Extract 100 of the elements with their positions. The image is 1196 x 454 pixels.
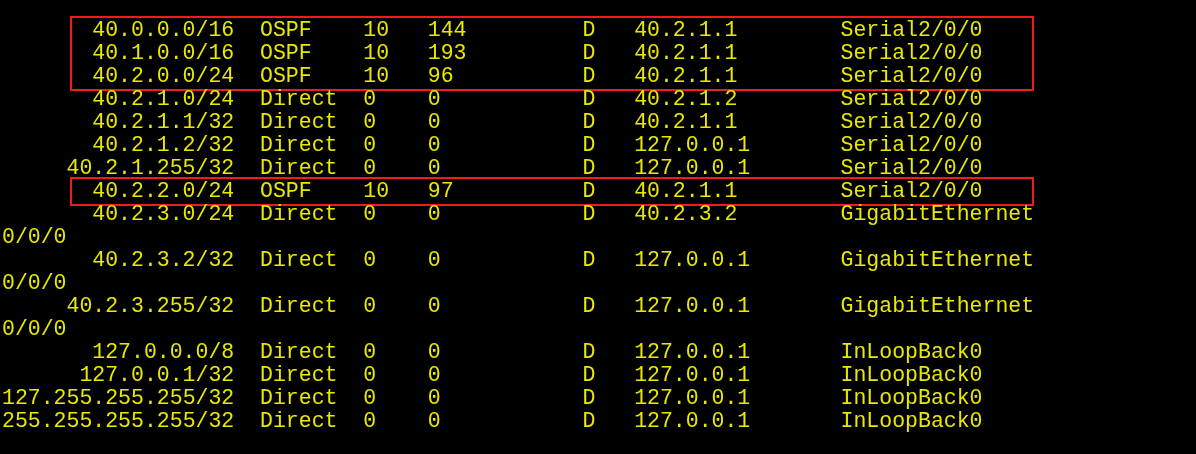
nexthop-text: 127.0.0.1 <box>634 341 752 364</box>
preference-text: 0 <box>363 88 378 111</box>
flags-text: D <box>582 19 597 42</box>
flags-text: D <box>582 410 597 433</box>
interface-text: Serial2/0/0 <box>840 88 984 111</box>
protocol-text: Direct <box>260 364 339 387</box>
cost-text: 193 <box>427 42 468 65</box>
cost-text: 0 <box>427 249 442 272</box>
nexthop-text: 40.2.1.1 <box>634 19 739 42</box>
interface-text: Serial2/0/0 <box>840 65 984 88</box>
preference-text: 10 <box>363 19 391 42</box>
protocol-text: Direct <box>260 88 339 111</box>
protocol-text: Direct <box>260 249 339 272</box>
interface-text: 0/0/0 <box>2 317 67 341</box>
interface-text: Serial2/0/0 <box>840 111 984 134</box>
destination-text: 40.2.1.255/32 <box>65 157 235 180</box>
protocol-text: Direct <box>260 203 339 226</box>
protocol-text: Direct <box>260 157 339 180</box>
flags-text: D <box>582 295 597 318</box>
preference-text: 10 <box>363 42 391 65</box>
destination-text: 40.2.3.2/32 <box>91 249 235 272</box>
flags-text: D <box>582 341 597 364</box>
interface-text: Serial2/0/0 <box>840 157 984 180</box>
nexthop-text: 127.0.0.1 <box>634 295 752 318</box>
interface-text: Serial2/0/0 <box>840 134 984 157</box>
protocol-text: OSPF <box>260 65 313 88</box>
cost-text: 0 <box>427 134 442 157</box>
flags-text: D <box>582 134 597 157</box>
destination-text: 127.0.0.1/32 <box>78 364 235 387</box>
interface-text: InLoopBack0 <box>840 341 984 364</box>
destination-text: 40.1.0.0/16 <box>91 42 235 65</box>
flags-text: D <box>582 180 597 203</box>
preference-text: 10 <box>363 65 391 88</box>
preference-text: 10 <box>363 180 391 203</box>
protocol-text: OSPF <box>260 180 313 203</box>
flags-text: D <box>582 157 597 180</box>
destination-text: 127.255.255.255/32 <box>2 387 235 410</box>
cost-text: 0 <box>427 111 442 134</box>
nexthop-text: 40.2.1.1 <box>634 111 739 134</box>
flags-text: D <box>582 249 597 272</box>
flags-text: D <box>582 387 597 410</box>
destination-text: 255.255.255.255/32 <box>2 410 235 433</box>
nexthop-text: 127.0.0.1 <box>634 249 752 272</box>
protocol-text: Direct <box>260 111 339 134</box>
cost-text: 0 <box>427 364 442 387</box>
nexthop-text: 127.0.0.1 <box>634 387 752 410</box>
interface-text: GigabitEthernet <box>840 295 1036 318</box>
destination-text: 40.2.1.2/32 <box>91 134 235 157</box>
interface-text: Serial2/0/0 <box>840 42 984 65</box>
cost-text: 0 <box>427 157 442 180</box>
nexthop-text: 40.2.1.1 <box>634 42 739 65</box>
interface-text: InLoopBack0 <box>840 387 984 410</box>
destination-text: 40.2.0.0/24 <box>91 65 235 88</box>
interface-text: Serial2/0/0 <box>840 180 984 203</box>
cost-text: 97 <box>427 180 455 203</box>
preference-text: 0 <box>363 111 378 134</box>
preference-text: 0 <box>363 157 378 180</box>
protocol-text: OSPF <box>260 42 313 65</box>
destination-text: 40.0.0.0/16 <box>91 19 235 42</box>
cost-text: 144 <box>427 19 468 42</box>
flags-text: D <box>582 88 597 111</box>
interface-text: InLoopBack0 <box>840 410 984 433</box>
nexthop-text: 40.2.1.1 <box>634 180 739 203</box>
interface-text: 0/0/0 <box>2 225 67 249</box>
preference-text: 0 <box>363 387 378 410</box>
destination-text: 127.0.0.0/8 <box>91 341 235 364</box>
destination-text: 40.2.2.0/24 <box>91 180 235 203</box>
cost-text: 96 <box>427 65 455 88</box>
cost-text: 0 <box>427 88 442 111</box>
destination-text: 40.2.1.0/24 <box>91 88 235 111</box>
protocol-text: Direct <box>260 341 339 364</box>
flags-text: D <box>582 364 597 387</box>
nexthop-text: 127.0.0.1 <box>634 157 752 180</box>
protocol-text: Direct <box>260 134 339 157</box>
destination-text: 40.2.3.255/32 <box>65 295 235 318</box>
cost-text: 0 <box>427 341 442 364</box>
protocol-text: OSPF <box>260 19 313 42</box>
preference-text: 0 <box>363 364 378 387</box>
nexthop-text: 40.2.3.2 <box>634 203 739 226</box>
interface-text: InLoopBack0 <box>840 364 984 387</box>
nexthop-text: 40.2.1.2 <box>634 88 739 111</box>
flags-text: D <box>582 111 597 134</box>
cost-text: 0 <box>427 410 442 433</box>
interface-text: GigabitEthernet <box>840 249 1036 272</box>
protocol-text: Direct <box>260 410 339 433</box>
nexthop-text: 127.0.0.1 <box>634 134 752 157</box>
interface-text: GigabitEthernet <box>840 203 1036 226</box>
preference-text: 0 <box>363 134 378 157</box>
nexthop-text: 127.0.0.1 <box>634 364 752 387</box>
preference-text: 0 <box>363 410 378 433</box>
nexthop-text: 40.2.1.1 <box>634 65 739 88</box>
preference-text: 0 <box>363 249 378 272</box>
protocol-text: Direct <box>260 387 339 410</box>
cost-text: 0 <box>427 203 442 226</box>
preference-text: 0 <box>363 203 378 226</box>
flags-text: D <box>582 65 597 88</box>
destination-text: 40.2.3.0/24 <box>91 203 235 226</box>
protocol-text: Direct <box>260 295 339 318</box>
interface-text: 0/0/0 <box>2 271 67 295</box>
interface-text: Serial2/0/0 <box>840 19 984 42</box>
